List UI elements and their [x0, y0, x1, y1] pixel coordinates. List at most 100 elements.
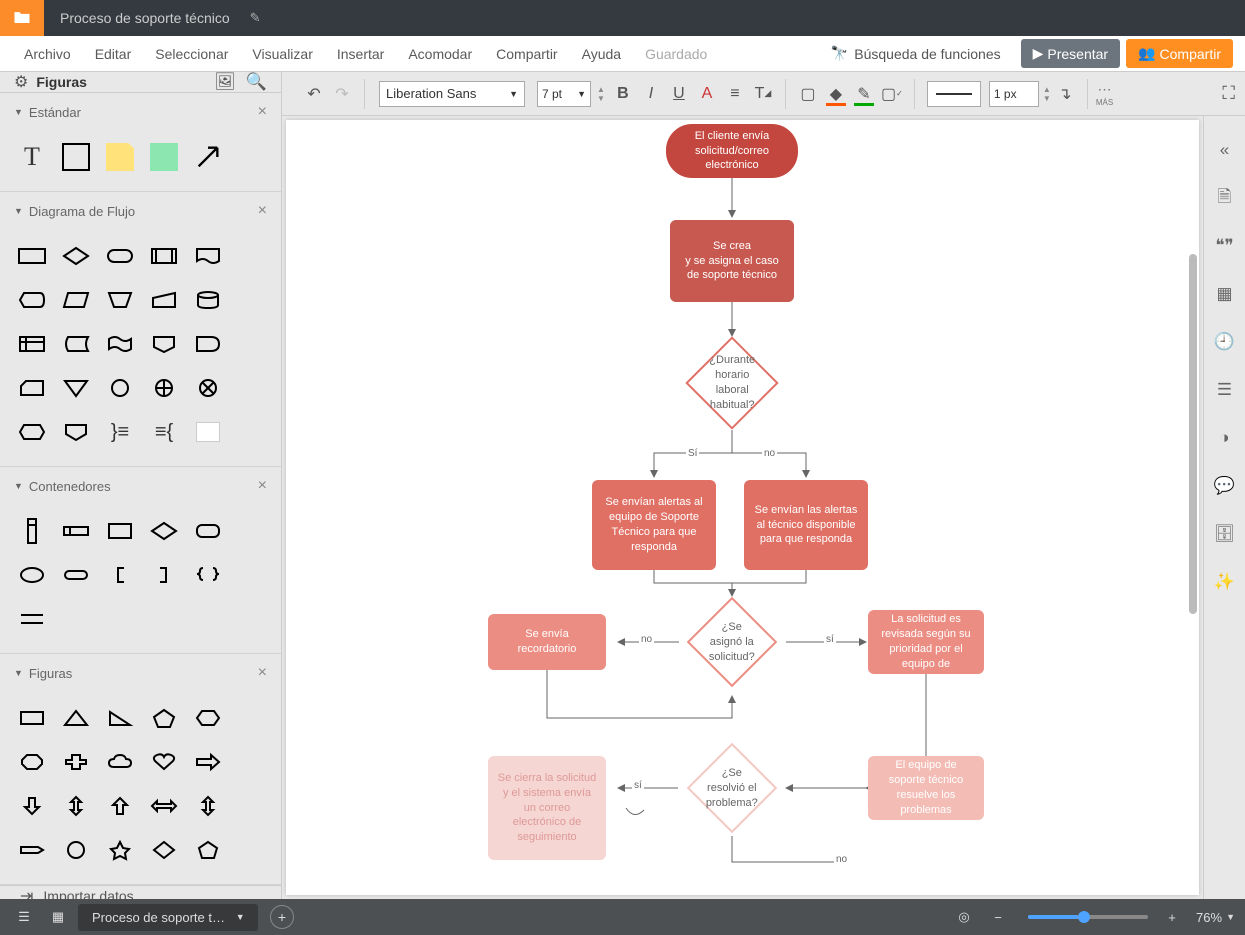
shape-bracket-left[interactable] — [100, 555, 140, 595]
node-alert-tech[interactable]: Se envían las alertas al técnico disponi… — [744, 480, 868, 570]
menu-archivo[interactable]: Archivo — [12, 46, 83, 62]
italic-button[interactable]: I — [637, 80, 665, 108]
shape-star[interactable] — [100, 830, 140, 870]
fullscreen-button[interactable]: ⛶ — [1222, 83, 1235, 104]
shape-octagon[interactable] — [12, 742, 52, 782]
vertical-scrollbar[interactable] — [1187, 124, 1199, 891]
close-icon[interactable]: × — [258, 202, 267, 220]
shape-container-pill[interactable] — [56, 555, 96, 595]
shape-arrow-both-v[interactable] — [56, 786, 96, 826]
text-color-button[interactable]: A — [693, 80, 721, 108]
import-data[interactable]: ⇥ Importar datos — [0, 885, 281, 899]
line-routing-button[interactable]: ↴ — [1051, 80, 1079, 108]
present-button[interactable]: ▶Presentar — [1021, 39, 1120, 68]
node-close[interactable]: Se cierra la solicitud y el sistema enví… — [488, 756, 606, 860]
close-icon[interactable]: × — [258, 477, 267, 495]
node-review[interactable]: La solicitud es revisada según su priori… — [868, 610, 984, 674]
shape-container-diamond[interactable] — [144, 511, 184, 551]
image-icon[interactable]: 🖼 — [214, 72, 236, 92]
shape-predefined[interactable] — [144, 236, 184, 276]
comments-icon[interactable]: ❝❞ — [1211, 232, 1239, 260]
shape-cross[interactable] — [56, 742, 96, 782]
shape-triangle[interactable] — [56, 698, 96, 738]
shape-display[interactable] — [12, 280, 52, 320]
page-tab[interactable]: Proceso de soporte téc… ▼ — [78, 904, 258, 931]
shape-preparation[interactable] — [12, 412, 52, 452]
shape-note2[interactable] — [188, 412, 228, 452]
shape-or[interactable] — [188, 368, 228, 408]
zoom-in-button[interactable]: + — [1158, 903, 1186, 931]
shape-brace-left[interactable]: }≡ — [100, 412, 140, 452]
font-size-select[interactable]: 7 pt▼ — [537, 81, 591, 107]
theme-icon[interactable]: ◑ — [1211, 424, 1239, 452]
fill-color-button[interactable]: ◆ — [822, 80, 850, 108]
magic-icon[interactable]: ✨ — [1211, 568, 1239, 596]
shape-right-triangle[interactable] — [100, 698, 140, 738]
shape-swimlane-h[interactable] — [56, 511, 96, 551]
node-start[interactable]: El cliente envía solicitud/correo electr… — [666, 124, 798, 178]
shape-box[interactable] — [56, 137, 96, 177]
menu-editar[interactable]: Editar — [83, 46, 144, 62]
shape-card[interactable] — [12, 368, 52, 408]
shape-internal[interactable] — [12, 324, 52, 364]
redo-button[interactable]: ↷ — [328, 80, 356, 108]
shape-delay[interactable] — [188, 324, 228, 364]
section-flowchart-header[interactable]: ▼Diagrama de Flujo × — [0, 192, 281, 230]
notes-icon[interactable]: 🗎 — [1211, 184, 1239, 212]
shape-arrow-ud[interactable] — [188, 786, 228, 826]
node-reminder[interactable]: Se envía recordatorio — [488, 614, 606, 670]
node-decision-assigned[interactable]: ¿Se asignó la solicitud? — [687, 597, 778, 688]
shape-options-button[interactable]: ▢✓ — [878, 80, 906, 108]
folder-icon[interactable] — [0, 0, 44, 36]
shape-data[interactable] — [56, 280, 96, 320]
shape-database[interactable] — [188, 280, 228, 320]
shape-note[interactable] — [100, 137, 140, 177]
node-create-case[interactable]: Se creay se asigna el caso de soporte té… — [670, 220, 794, 302]
more-button[interactable]: ⋯ MÁS — [1096, 81, 1113, 107]
section-standard-header[interactable]: ▼Estándar × — [0, 93, 281, 131]
shape-text[interactable]: T — [12, 137, 52, 177]
shape-arrow-right[interactable] — [188, 742, 228, 782]
menu-compartir[interactable]: Compartir — [484, 46, 569, 62]
shape-heart[interactable] — [144, 742, 184, 782]
shape-swimlane-v[interactable] — [12, 511, 52, 551]
shape-merge[interactable] — [56, 368, 96, 408]
shape-cloud[interactable] — [100, 742, 140, 782]
line-width-select[interactable]: 1 px — [989, 81, 1039, 107]
section-shapes-header[interactable]: ▼Figuras × — [0, 654, 281, 692]
data-icon[interactable]: 🗄 — [1211, 520, 1239, 548]
close-icon[interactable]: × — [258, 103, 267, 121]
shape-terminator[interactable] — [100, 236, 140, 276]
text-format-button[interactable]: T◢ — [749, 80, 777, 108]
shape-hexagon[interactable] — [188, 698, 228, 738]
shape-offpage[interactable] — [144, 324, 184, 364]
shape-connector[interactable] — [100, 368, 140, 408]
node-decision-solved[interactable]: ¿Se resolvió el problema? — [687, 743, 778, 834]
section-containers-header[interactable]: ▼Contenedores × — [0, 467, 281, 505]
target-icon[interactable]: ◎ — [950, 903, 978, 931]
undo-button[interactable]: ↶ — [300, 80, 328, 108]
chat-icon[interactable]: 💬 — [1211, 472, 1239, 500]
fill-button[interactable]: ▢ — [794, 80, 822, 108]
shape-arrow-down[interactable] — [12, 786, 52, 826]
menu-insertar[interactable]: Insertar — [325, 46, 396, 62]
shape-arrow-up[interactable] — [100, 786, 140, 826]
zoom-out-button[interactable]: − — [984, 903, 1012, 931]
collapse-rail-icon[interactable]: « — [1211, 136, 1239, 164]
shape-diamond-small[interactable] — [144, 830, 184, 870]
node-resolve[interactable]: El equipo de soporte técnico resuelve lo… — [868, 756, 984, 820]
grid-icon[interactable]: ▦ — [44, 903, 72, 931]
share-button[interactable]: 👥Compartir — [1126, 39, 1233, 68]
shape-container-ellipse[interactable] — [12, 555, 52, 595]
shape-container-rect[interactable] — [100, 511, 140, 551]
underline-button[interactable]: U — [665, 80, 693, 108]
node-alert-team[interactable]: Se envían alertas al equipo de Soporte T… — [592, 480, 716, 570]
shape-container-rounded[interactable] — [188, 511, 228, 551]
shape-sum[interactable] — [144, 368, 184, 408]
present-icon[interactable]: ▦ — [1211, 280, 1239, 308]
shape-polygon[interactable] — [188, 830, 228, 870]
shape-callout[interactable] — [12, 830, 52, 870]
align-button[interactable]: ≡ — [721, 80, 749, 108]
shape-tape[interactable] — [100, 324, 140, 364]
line-style-select[interactable] — [927, 81, 981, 107]
